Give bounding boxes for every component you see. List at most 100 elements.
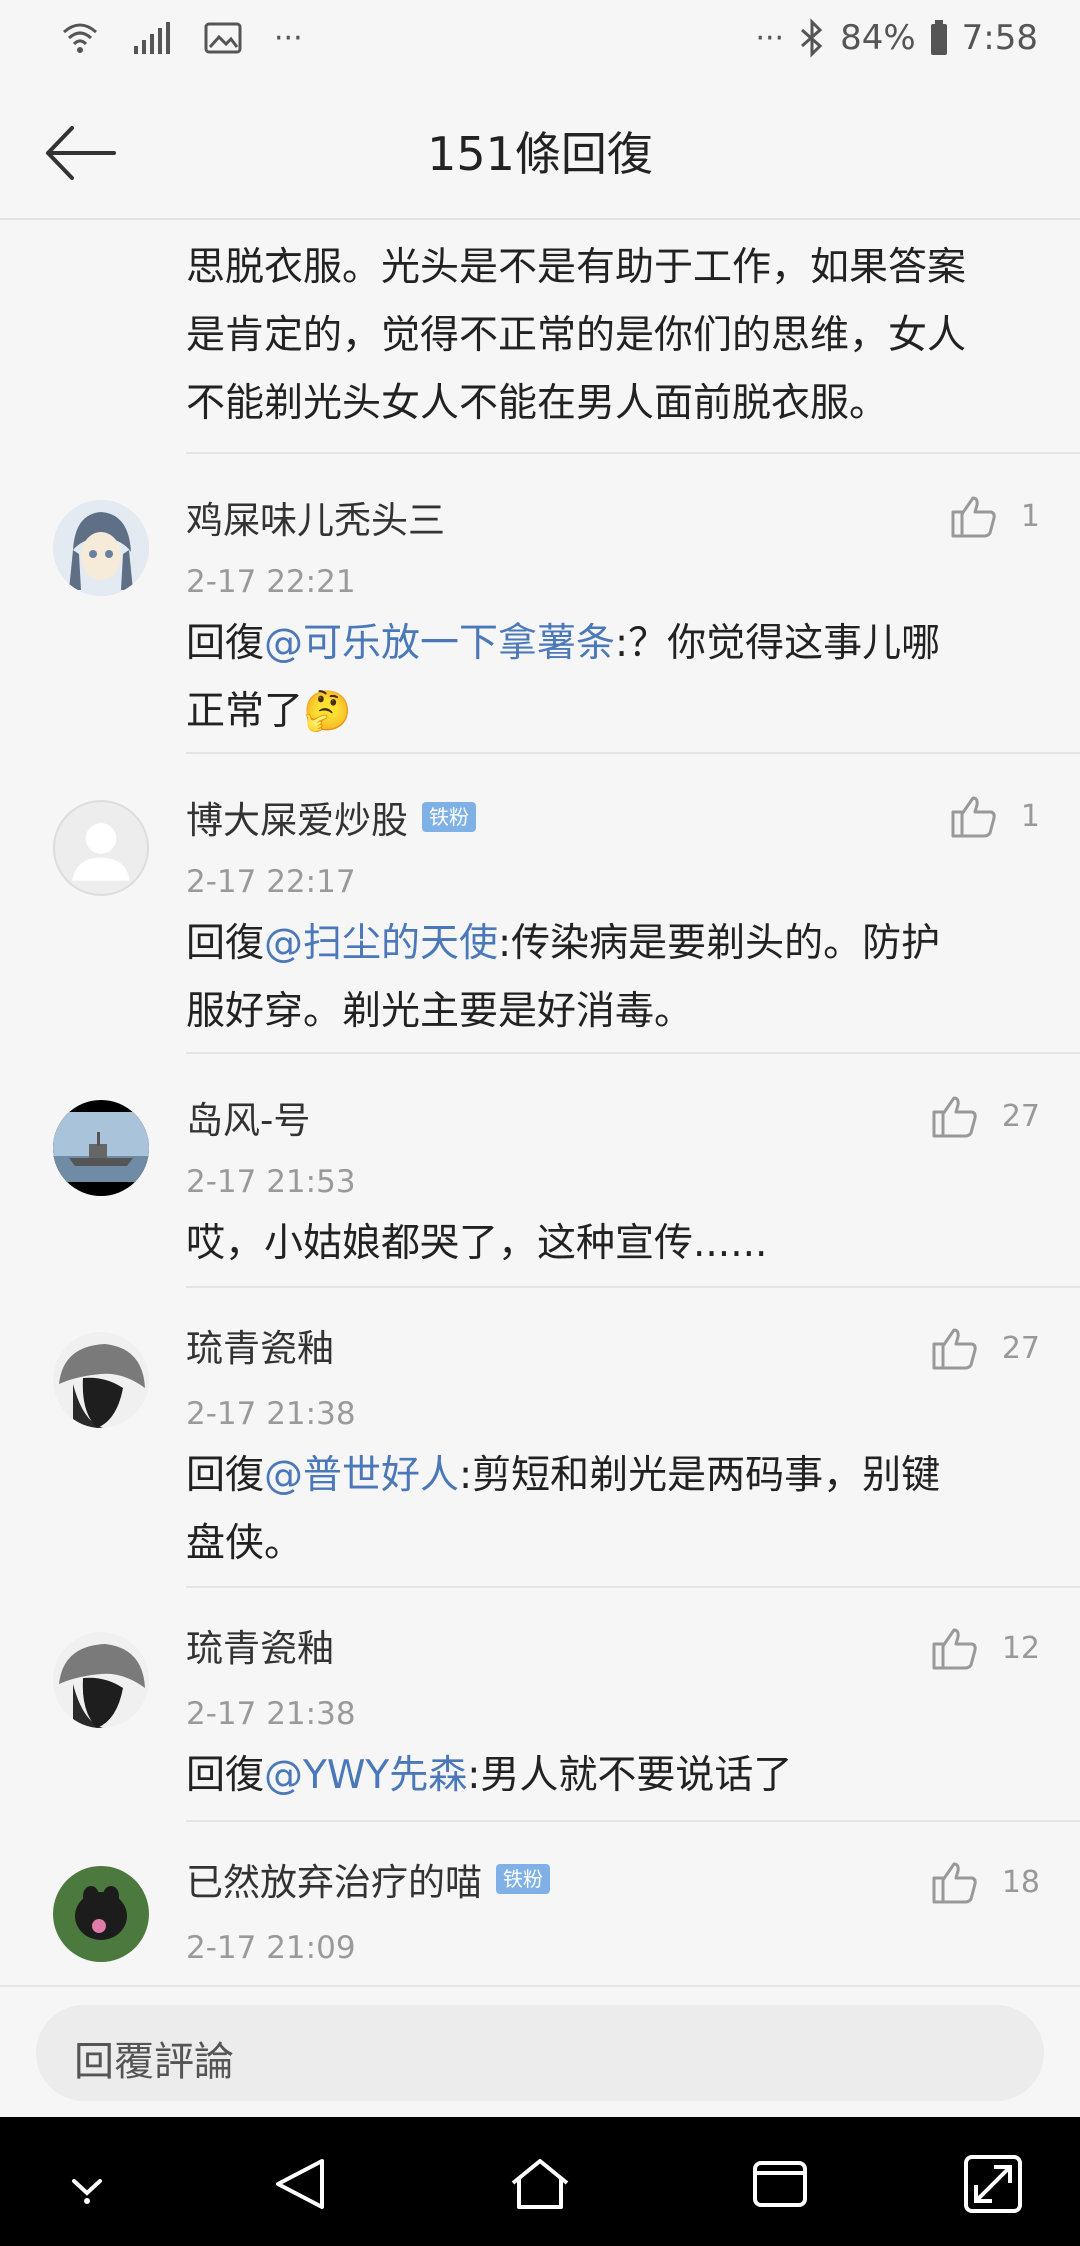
mention-link[interactable]: @扫尘的天使 xyxy=(264,921,498,966)
battery-percent: 84% xyxy=(840,18,916,58)
fan-badge: 铁粉 xyxy=(496,1864,550,1894)
comment-line: 服好穿。剃光主要是好消毒。 xyxy=(186,989,694,1034)
avatar-image xyxy=(53,1632,149,1728)
comment-body: :传染病是要剃头的。防护 xyxy=(498,921,941,966)
status-left: ··· xyxy=(60,18,303,58)
comment-text: 回復@扫尘的天使:传染病是要剃头的。防护 服好穿。剃光主要是好消毒。 xyxy=(186,910,1020,1046)
thinking-emoji-icon: 🤔 xyxy=(303,689,352,734)
comment-line: 回復@可乐放一下拿薯条:？你觉得这事儿哪 xyxy=(186,610,1020,678)
recent-apps-icon[interactable] xyxy=(745,2149,815,2219)
mention-link[interactable]: @可乐放一下拿薯条 xyxy=(264,621,615,666)
avatar[interactable] xyxy=(53,1332,149,1428)
avatar[interactable] xyxy=(53,1632,149,1728)
username-text: 鸡屎味儿秃头三 xyxy=(186,499,445,542)
comment-text: 回復@普世好人:剪短和剃光是两码事，别键 盘侠。 xyxy=(186,1442,1020,1578)
username[interactable]: 岛风-号 xyxy=(186,1090,310,1144)
avatar-image xyxy=(53,500,149,596)
status-dots-right: ··· xyxy=(755,20,785,56)
comment-line: 哎，小姑娘都哭了，这种宣传...... xyxy=(186,1221,768,1266)
avatar[interactable] xyxy=(53,500,149,596)
comment-body: :男人就不要说话了 xyxy=(467,1753,793,1798)
page-title: 151條回復 xyxy=(427,127,653,181)
avatar[interactable] xyxy=(53,1100,149,1196)
thumbs-up-icon xyxy=(932,1862,977,1904)
like-button[interactable]: 18 xyxy=(932,1860,1040,1904)
avatar[interactable] xyxy=(53,1866,149,1962)
continued-line: 不能剃光头女人不能在男人面前脱衣服。 xyxy=(186,381,889,426)
username[interactable]: 鸡屎味儿秃头三 xyxy=(186,490,445,544)
comment-list[interactable]: 思脱衣服。光头是不是有助于工作，如果答案 是肯定的，觉得不正常的是你们的思维，女… xyxy=(0,220,1080,1985)
username-text: 博大屎爱炒股 xyxy=(186,799,408,842)
username[interactable]: 琉青瓷釉 xyxy=(186,1318,334,1372)
comment-line: 回復@普世好人:剪短和剃光是两码事，别键 xyxy=(186,1442,1020,1510)
continued-comment-text: 思脱衣服。光头是不是有助于工作，如果答案 是肯定的，觉得不正常的是你们的思维，女… xyxy=(186,234,1040,438)
status-bar: ··· ··· 84% 7:58 xyxy=(0,0,1080,90)
continued-line: 是肯定的，觉得不正常的是你们的思维，女人 xyxy=(186,313,967,358)
comment-text: 哎，小姑娘都哭了，这种宣传...... xyxy=(186,1210,1020,1278)
header-bar: 151條回復 xyxy=(0,90,1080,220)
username-text: 岛风-号 xyxy=(186,1099,311,1142)
fan-badge: 铁粉 xyxy=(422,802,476,832)
like-button[interactable]: 27 xyxy=(932,1326,1040,1370)
image-icon xyxy=(204,22,242,54)
username[interactable]: 博大屎爱炒股 铁粉 xyxy=(186,790,476,844)
comment-text: 回復@可乐放一下拿薯条:？你觉得这事儿哪 正常了🤔 xyxy=(186,610,1020,746)
username-text: 琉青瓷釉 xyxy=(186,1627,334,1670)
reply-prefix: 回復 xyxy=(186,1753,265,1798)
wifi-icon xyxy=(63,23,97,53)
username-text: 琉青瓷釉 xyxy=(186,1327,334,1370)
comment-time: 2-17 21:53 xyxy=(186,1164,356,1200)
reply-prefix: 回復 xyxy=(186,1453,265,1498)
avatar-image xyxy=(53,1100,149,1196)
status-dots-left: ··· xyxy=(274,20,303,56)
clock: 7:58 xyxy=(961,18,1038,58)
triangle-back-icon[interactable] xyxy=(266,2149,336,2219)
comment-line: 回復@YWY先森:男人就不要说话了 xyxy=(186,1742,1020,1810)
rotate-icon[interactable] xyxy=(958,2149,1028,2219)
like-button[interactable]: 1 xyxy=(951,794,1040,838)
like-button[interactable]: 1 xyxy=(951,494,1040,538)
mention-link[interactable]: @YWY先森 xyxy=(264,1753,467,1798)
thumbs-up-icon xyxy=(951,496,996,538)
comment-body-2: 正常了 xyxy=(186,689,304,734)
bluetooth-icon xyxy=(801,18,823,58)
comment-time: 2-17 21:38 xyxy=(186,1696,356,1732)
comment-time: 2-17 21:09 xyxy=(186,1930,356,1966)
system-nav-bar xyxy=(0,2117,1080,2246)
comment-line: 回復@扫尘的天使:传染病是要剃头的。防护 xyxy=(186,910,1020,978)
reply-prefix: 回復 xyxy=(186,621,265,666)
like-count: 1 xyxy=(1020,798,1040,834)
reply-input[interactable]: 回覆評論 xyxy=(36,2005,1044,2101)
thumbs-up-icon xyxy=(932,1096,977,1138)
comment-line: 正常了🤔 xyxy=(186,678,1020,746)
like-count: 12 xyxy=(1001,1630,1040,1666)
thumbs-up-icon xyxy=(951,796,996,838)
like-count: 27 xyxy=(1001,1330,1040,1366)
signal-icon xyxy=(134,22,170,54)
thumbs-up-icon xyxy=(932,1328,977,1370)
comment-body: :剪短和剃光是两码事，别键 xyxy=(459,1453,941,1498)
continued-line: 思脱衣服。光头是不是有助于工作，如果答案 xyxy=(186,245,967,290)
reply-bar: 回覆評論 xyxy=(0,1985,1080,2119)
mention-link[interactable]: @普世好人 xyxy=(264,1453,459,1498)
comment-item: 琉青瓷釉 2-17 21:38 回復@普世好人:剪短和剃光是两码事，别键 盘侠。… xyxy=(0,1288,1080,1588)
like-button[interactable]: 27 xyxy=(932,1094,1040,1138)
comment-item: 鸡屎味儿秃头三 2-17 22:21 回復@可乐放一下拿薯条:？你觉得这事儿哪 … xyxy=(0,454,1080,754)
comment-item: 已然放弃治疗的喵 铁粉 2-17 21:09 18 xyxy=(0,1822,1080,1985)
comment-text: 回復@YWY先森:男人就不要说话了 xyxy=(186,1742,1020,1810)
comment-time: 2-17 22:21 xyxy=(186,564,356,600)
chevron-down-icon[interactable] xyxy=(52,2149,122,2219)
home-icon[interactable] xyxy=(505,2149,575,2219)
like-button[interactable]: 12 xyxy=(932,1626,1040,1670)
username[interactable]: 已然放弃治疗的喵 铁粉 xyxy=(186,1852,550,1906)
like-count: 18 xyxy=(1001,1864,1040,1900)
avatar[interactable] xyxy=(53,800,149,896)
comment-item: 博大屎爱炒股 铁粉 2-17 22:17 回復@扫尘的天使:传染病是要剃头的。防… xyxy=(0,754,1080,1054)
comment-body: :？你觉得这事儿哪 xyxy=(615,621,941,666)
comment-item: 岛风-号 2-17 21:53 哎，小姑娘都哭了，这种宣传...... 27 xyxy=(0,1054,1080,1286)
comment-line: 盘侠。 xyxy=(186,1521,304,1566)
avatar-image xyxy=(53,1866,149,1962)
username[interactable]: 琉青瓷釉 xyxy=(186,1618,334,1672)
battery-icon xyxy=(930,20,947,55)
status-right: ··· 84% 7:58 xyxy=(755,18,1038,58)
